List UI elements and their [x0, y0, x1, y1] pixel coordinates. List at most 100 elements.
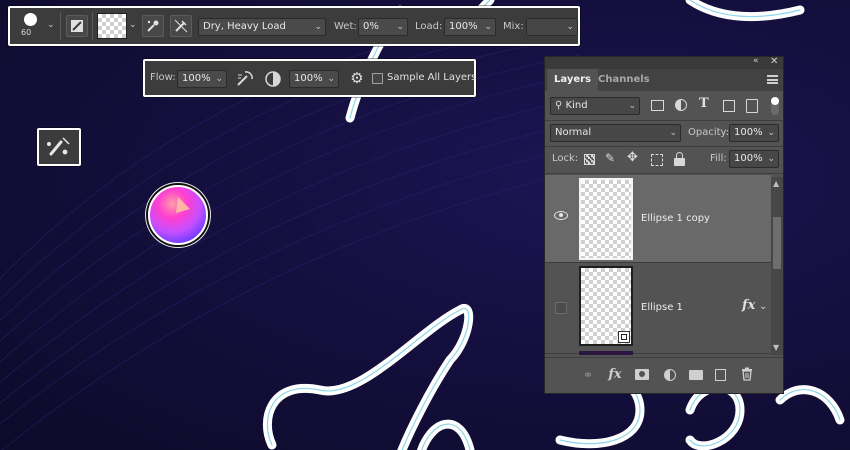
chevron-down-icon: ⌄	[396, 22, 404, 32]
brush-preset-dropdown[interactable]: Dry, Heavy Load ⌄	[198, 18, 326, 36]
load-brush-icon[interactable]	[142, 15, 164, 37]
clean-brush-icon[interactable]	[170, 15, 192, 37]
chevron-down-icon[interactable]: ⌄	[47, 20, 55, 30]
layers-bottom-bar: ⚭ fx	[545, 357, 783, 393]
chevron-down-icon: ⌄	[566, 22, 574, 32]
layer-thumbnail[interactable]	[579, 178, 633, 260]
image-filter-icon[interactable]	[651, 100, 664, 111]
visibility-toggle[interactable]	[555, 302, 567, 314]
eye-icon[interactable]	[554, 211, 568, 220]
chevron-down-icon[interactable]: ⌄	[129, 20, 137, 30]
adjustment-filter-icon[interactable]	[675, 99, 687, 111]
blend-mode-dropdown[interactable]: Normal ⌄	[550, 124, 681, 142]
brush-panel-toggle-icon[interactable]	[66, 15, 88, 37]
layers-scrollbar[interactable]: ▲ ▼	[771, 177, 783, 355]
current-color-swatch[interactable]	[97, 13, 127, 39]
brush-preset-value: Dry, Heavy Load	[203, 21, 286, 32]
trash-icon[interactable]	[739, 367, 755, 383]
wet-label: Wet:	[334, 21, 357, 32]
blend-mode-value: Normal	[555, 127, 592, 138]
lock-image-icon[interactable]: ✎	[605, 151, 615, 165]
mix-label: Mix:	[503, 21, 524, 32]
brush-tip-icon	[24, 13, 37, 26]
smoothing-value: 100%	[294, 73, 323, 84]
scroll-down-icon[interactable]: ▼	[773, 343, 779, 352]
load-label: Load:	[415, 21, 443, 32]
shape-badge-icon	[618, 331, 630, 343]
sample-all-layers-label: Sample All Layers	[387, 72, 477, 83]
wet-input[interactable]: 0% ⌄	[358, 18, 408, 36]
link-layers-icon[interactable]: ⚭	[580, 367, 596, 383]
fill-value: 100%	[734, 153, 763, 164]
lock-transparent-icon[interactable]	[584, 154, 595, 165]
chevron-down-icon: ⌄	[327, 74, 335, 84]
color-ball	[148, 185, 208, 245]
scroll-thumb[interactable]	[773, 217, 781, 269]
layers-panel: « ✕ Layers Channels ⚲ Kind ⌄ T Normal ⌄ …	[544, 56, 784, 394]
mix-input[interactable]: ⌄	[526, 18, 578, 36]
add-layer-style-icon[interactable]: fx	[607, 367, 623, 383]
close-icon[interactable]: ✕	[770, 56, 778, 67]
chevron-down-icon: ⌄	[669, 128, 677, 138]
flow-label: Flow:	[150, 72, 176, 83]
chevron-down-icon: ⌄	[767, 128, 775, 138]
flow-input[interactable]: 100% ⌄	[177, 70, 227, 88]
mixer-brush-icon	[47, 137, 70, 156]
chevron-down-icon: ⌄	[484, 22, 492, 32]
smoothing-icon[interactable]	[263, 69, 283, 89]
type-filter-icon[interactable]: T	[699, 96, 709, 111]
smart-object-filter-icon[interactable]	[746, 99, 758, 113]
gear-icon[interactable]: ⚙	[347, 68, 367, 90]
new-adjustment-layer-icon[interactable]	[662, 367, 678, 383]
opacity-value: 100%	[734, 127, 763, 138]
filter-kind-value: Kind	[565, 100, 588, 111]
brush-size-picker[interactable]: 60	[18, 11, 44, 41]
filter-row: ⚲ Kind ⌄ T	[545, 95, 783, 119]
panel-header: « ✕	[545, 56, 783, 69]
brush-size-label: 60	[21, 28, 32, 37]
chevron-down-icon: ⌄	[767, 154, 775, 164]
filter-kind-dropdown[interactable]: ⚲ Kind ⌄	[550, 97, 640, 115]
opacity-input[interactable]: 100% ⌄	[729, 124, 779, 142]
fill-input[interactable]: 100% ⌄	[729, 150, 779, 168]
panel-menu-icon[interactable]	[767, 75, 778, 84]
brush-options-bar: 60 ⌄ ⌄ Dry, Heavy Load ⌄ Wet: 0% ⌄ Load:…	[8, 6, 580, 46]
panel-tabs: Layers Channels	[545, 69, 783, 91]
sample-all-layers-checkbox[interactable]	[372, 73, 383, 84]
layer-row[interactable]: Ellipse 1 fx ⌄	[545, 264, 771, 354]
chevron-down-icon[interactable]: ⌄	[759, 301, 767, 312]
lock-row: Lock: ✎ ✥ Fill: 100% ⌄	[545, 149, 783, 171]
add-mask-icon[interactable]	[634, 367, 650, 383]
layer-name[interactable]: Ellipse 1 copy	[641, 213, 710, 224]
blend-row: Normal ⌄ Opacity: 100% ⌄	[545, 123, 783, 145]
lock-all-icon[interactable]	[674, 152, 685, 166]
layer-name[interactable]: Ellipse 1	[641, 302, 683, 313]
lock-artboard-icon[interactable]	[651, 154, 663, 166]
mixer-brush-tool-button[interactable]	[37, 128, 81, 166]
flow-value: 100%	[182, 73, 211, 84]
filter-toggle-icon[interactable]	[771, 97, 779, 115]
next-layer-preview	[579, 351, 633, 355]
tab-channels[interactable]: Channels	[591, 69, 657, 91]
new-group-icon[interactable]	[688, 367, 704, 383]
fill-label: Fill:	[710, 153, 727, 164]
chevron-down-icon: ⌄	[314, 22, 322, 32]
collapse-icon[interactable]: «	[753, 56, 759, 66]
load-input[interactable]: 100% ⌄	[444, 18, 496, 36]
shape-filter-icon[interactable]	[723, 100, 735, 112]
load-value: 100%	[449, 21, 478, 32]
chevron-down-icon: ⌄	[628, 101, 636, 111]
lock-label: Lock:	[552, 153, 579, 164]
chevron-down-icon: ⌄	[215, 74, 223, 84]
scroll-up-icon[interactable]: ▲	[773, 179, 779, 188]
smoothing-input[interactable]: 100% ⌄	[289, 70, 339, 88]
flow-options-bar: Flow: 100% ⌄ 100% ⌄ ⚙ Sample All Layers	[143, 59, 476, 97]
lock-position-icon[interactable]: ✥	[627, 150, 638, 165]
wet-value: 0%	[363, 21, 379, 32]
opacity-label: Opacity:	[688, 127, 730, 138]
layer-row[interactable]: Ellipse 1 copy	[545, 175, 771, 263]
new-layer-icon[interactable]	[713, 367, 729, 383]
layer-effects-icon[interactable]: fx	[742, 298, 755, 313]
search-icon: ⚲	[555, 100, 566, 111]
airbrush-icon[interactable]	[235, 69, 255, 89]
